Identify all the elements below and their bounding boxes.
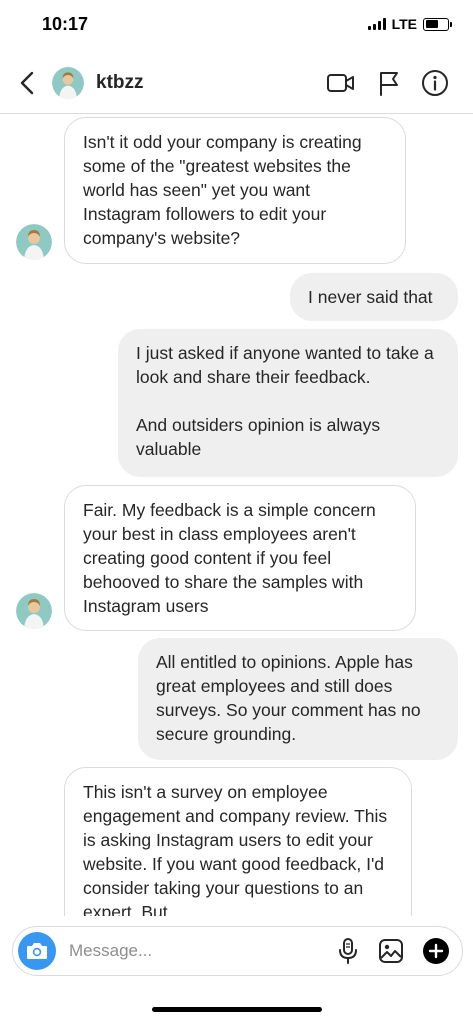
outgoing-message: I just asked if anyone wanted to take a …	[118, 329, 458, 477]
incoming-message: Fair. My feedback is a simple concern yo…	[64, 485, 416, 631]
flag-icon	[380, 72, 398, 96]
video-call-button[interactable]	[326, 68, 356, 98]
back-button[interactable]	[14, 68, 40, 98]
status-indicators: LTE	[367, 16, 452, 32]
incoming-message: This isn't a survey on employee engageme…	[64, 767, 412, 916]
conversation-header: ktbzz	[0, 52, 473, 114]
message-list[interactable]: Isn't it odd your company is creating so…	[0, 114, 473, 916]
outgoing-message: All entitled to opinions. Apple has grea…	[138, 638, 458, 760]
battery-icon	[423, 17, 452, 31]
add-button[interactable]	[421, 936, 451, 966]
network-label: LTE	[391, 16, 417, 32]
message-text: Fair. My feedback is a simple concern yo…	[83, 500, 381, 616]
home-indicator	[152, 1007, 322, 1012]
gallery-icon	[379, 939, 403, 963]
report-button[interactable]	[374, 68, 404, 98]
video-camera-icon	[327, 74, 354, 92]
avatar[interactable]	[16, 593, 52, 629]
status-bar: 10:17 LTE	[0, 0, 473, 52]
voice-message-button[interactable]	[333, 936, 363, 966]
avatar[interactable]	[16, 224, 52, 260]
microphone-icon	[339, 938, 357, 964]
message-text: I just asked if anyone wanted to take a …	[136, 343, 434, 459]
message-text: Isn't it odd your company is creating so…	[83, 132, 367, 248]
info-button[interactable]	[420, 68, 450, 98]
gallery-button[interactable]	[376, 936, 406, 966]
avatar[interactable]	[52, 67, 84, 99]
message-text: All entitled to opinions. Apple has grea…	[156, 652, 426, 744]
back-icon	[20, 71, 34, 95]
incoming-message: Isn't it odd your company is creating so…	[64, 117, 406, 264]
message-composer	[12, 926, 463, 976]
status-time: 10:17	[42, 14, 89, 34]
signal-icon	[367, 18, 386, 30]
info-icon	[422, 70, 448, 96]
message-input[interactable]	[69, 939, 309, 963]
add-icon	[423, 938, 449, 964]
conversation-username[interactable]: ktbzz	[96, 72, 144, 94]
message-text: I never said that	[308, 287, 433, 307]
outgoing-message: I never said that	[290, 273, 458, 321]
message-text: This isn't a survey on employee engageme…	[83, 782, 393, 916]
camera-icon	[27, 943, 47, 959]
camera-button[interactable]	[18, 932, 56, 970]
